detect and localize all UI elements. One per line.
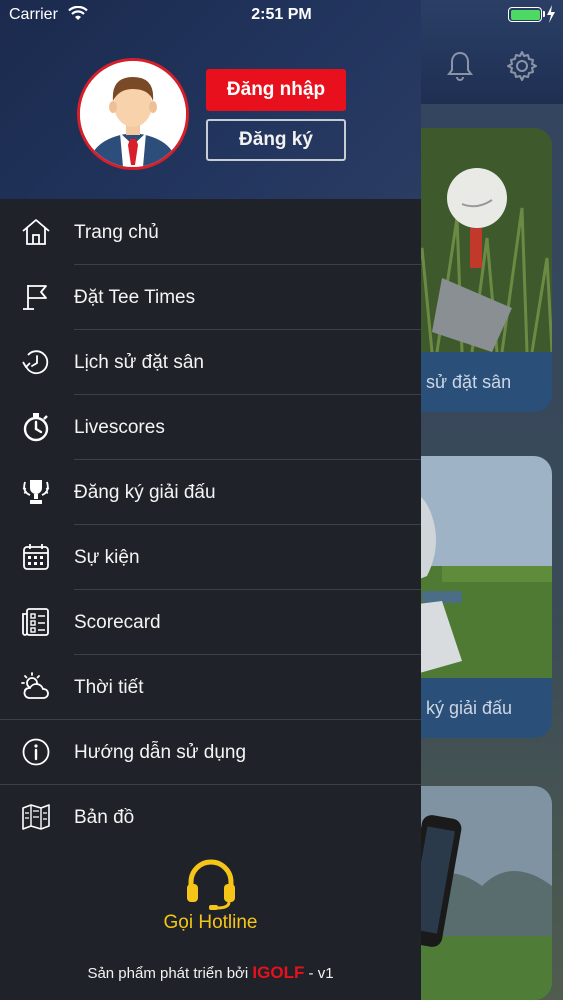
calendar-icon xyxy=(23,544,49,570)
menu-item-label: Thời tiết xyxy=(74,676,144,698)
card-caption: ký giải đấu xyxy=(402,678,552,738)
battery-tip xyxy=(543,11,545,17)
side-drawer: Đăng nhập Đăng ký Trang chủ Đặt Tee Time… xyxy=(0,0,421,1000)
mobile-phone-image xyxy=(402,786,552,1000)
background-card[interactable]: ký giải đấu xyxy=(402,456,552,738)
scorecard-icon xyxy=(22,608,49,636)
history-icon xyxy=(22,350,49,375)
gear-icon[interactable] xyxy=(504,48,540,84)
login-button[interactable]: Đăng nhập xyxy=(206,69,346,111)
menu-item-tee-times[interactable]: Đặt Tee Times xyxy=(0,265,421,330)
menu-item-livescores[interactable]: Livescores xyxy=(0,395,421,460)
info-icon xyxy=(22,738,50,766)
menu-item-map[interactable]: Bản đồ xyxy=(0,785,421,850)
stopwatch-icon xyxy=(23,413,49,442)
bell-icon[interactable] xyxy=(442,48,478,84)
footer-credit: Sản phẩm phát triển bởi IGOLF - v1 xyxy=(0,963,421,983)
menu-item-label: Đăng ký giải đấu xyxy=(74,481,216,503)
menu-item-scorecard[interactable]: Scorecard xyxy=(0,590,421,655)
menu-item-events[interactable]: Sự kiện xyxy=(0,525,421,590)
register-button[interactable]: Đăng ký xyxy=(206,119,346,161)
menu-item-label: Livescores xyxy=(74,416,165,438)
headset-icon xyxy=(187,859,235,910)
menu-item-booking-history[interactable]: Lịch sử đặt sân xyxy=(0,330,421,395)
menu-item-label: Sự kiện xyxy=(74,546,140,568)
status-time: 2:51 PM xyxy=(251,6,312,23)
background-card[interactable] xyxy=(402,786,552,1000)
menu-item-label: Lịch sử đặt sân xyxy=(74,351,204,373)
trophy-icon xyxy=(22,480,50,504)
charging-icon xyxy=(547,5,555,23)
battery-icon xyxy=(508,7,542,22)
menu-item-label: Hướng dẫn sử dụng xyxy=(74,741,247,763)
card-caption: sử đặt sân xyxy=(402,352,552,412)
menu-item-label: Trang chủ xyxy=(74,221,159,243)
flag-icon xyxy=(23,285,47,310)
user-avatar-icon xyxy=(80,61,186,167)
home-icon xyxy=(22,219,50,245)
golf-ball-image xyxy=(402,128,552,352)
background-card[interactable]: sử đặt sân xyxy=(402,128,552,412)
menu-item-label: Bản đồ xyxy=(74,806,135,828)
menu-item-label: Đặt Tee Times xyxy=(74,286,196,308)
footer-version: - v1 xyxy=(308,965,334,982)
footer-prefix: Sản phẩm phát triển bởi xyxy=(87,965,249,982)
avatar[interactable] xyxy=(77,58,189,170)
menu-item-label: Scorecard xyxy=(74,611,161,633)
menu-item-home[interactable]: Trang chủ xyxy=(0,200,421,265)
hotline-button[interactable]: Gọi Hotline xyxy=(0,858,421,938)
menu-item-tournament-registration[interactable]: Đăng ký giải đấu xyxy=(0,460,421,525)
hotline-label: Gọi Hotline xyxy=(163,912,258,933)
map-icon xyxy=(22,804,50,830)
menu-item-weather[interactable]: Thời tiết xyxy=(0,655,421,720)
drawer-menu: Trang chủ Đặt Tee Times Lịch sử đặt sân xyxy=(0,200,421,850)
menu-item-user-guide[interactable]: Hướng dẫn sử dụng xyxy=(0,720,421,785)
brand-name: IGOLF xyxy=(252,963,305,982)
golf-course-image xyxy=(402,456,552,678)
weather-icon xyxy=(21,672,49,699)
status-bar: Carrier 2:51 PM xyxy=(0,0,563,30)
